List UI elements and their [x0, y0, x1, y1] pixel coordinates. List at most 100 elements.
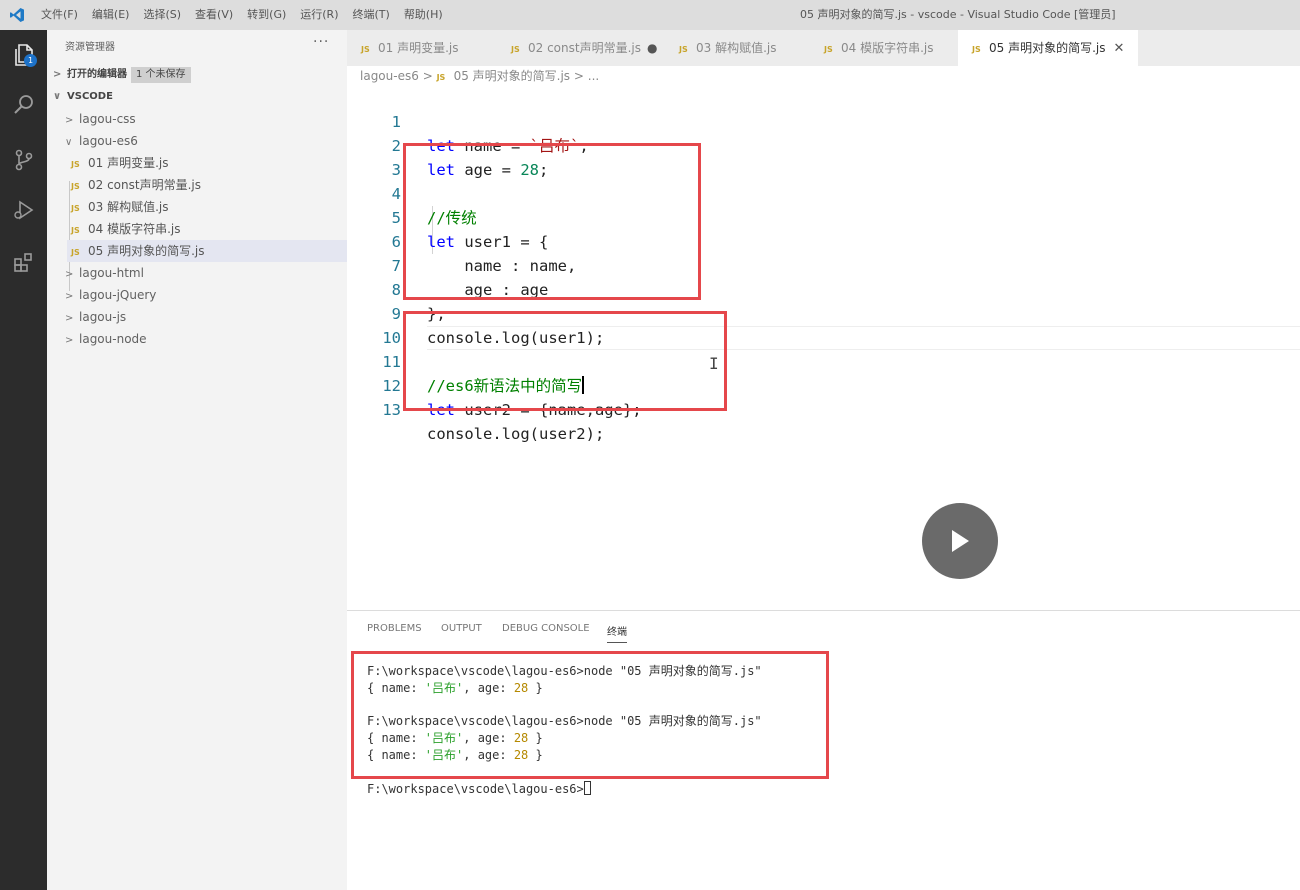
menu-go[interactable]: 转到(G): [240, 0, 293, 30]
title-bar: 文件(F) 编辑(E) 选择(S) 查看(V) 转到(G) 运行(R) 终端(T…: [0, 0, 1300, 30]
js-file-icon: JS: [824, 45, 833, 54]
file-03[interactable]: JS 03 解构赋值.js: [67, 196, 347, 218]
js-file-icon: JS: [511, 45, 520, 54]
tab-label: 02 const声明常量.js: [528, 41, 641, 55]
window-title: 05 声明对象的简写.js - vscode - Visual Studio C…: [800, 8, 1116, 21]
highlight-box-output: [351, 651, 829, 779]
unsaved-dot-icon[interactable]: ●: [647, 41, 657, 55]
js-file-icon: JS: [972, 45, 981, 54]
breadcrumb-tail[interactable]: > ...: [574, 69, 599, 83]
file-label: 05 声明对象的简写.js: [88, 244, 205, 258]
open-editors-section[interactable]: > 打开的编辑器 1 个未保存: [53, 64, 191, 86]
chevron-right-icon: >: [65, 313, 74, 324]
menu-selection[interactable]: 选择(S): [136, 0, 188, 30]
line-number: 13: [382, 401, 401, 419]
folder-lagou-es6[interactable]: ∨ lagou-es6: [65, 130, 138, 152]
code-editor[interactable]: 1 let name = `吕布`; 2 let age = 28; 3 4 /…: [347, 86, 1300, 610]
tab-terminal[interactable]: 终端: [607, 623, 627, 643]
search-icon[interactable]: [0, 80, 47, 130]
tab-problems[interactable]: PROBLEMS: [367, 623, 422, 634]
run-debug-icon[interactable]: [0, 185, 47, 235]
file-05-selected[interactable]: JS 05 声明对象的简写.js: [67, 240, 347, 262]
file-label: 01 声明变量.js: [88, 156, 169, 170]
tab-03[interactable]: JS 03 解构赋值.js: [665, 30, 810, 66]
editor-tabs: JS 01 声明变量.js JS 02 const声明常量.js ● JS 03 解构赋…: [347, 30, 1300, 66]
unsaved-badge: 1 个未保存: [131, 67, 191, 83]
play-button[interactable]: [922, 503, 998, 579]
menu-edit[interactable]: 编辑(E): [85, 0, 137, 30]
workspace-section[interactable]: ∨ VSCODE: [53, 86, 113, 108]
js-file-icon: JS: [71, 226, 80, 235]
sidebar-title: 资源管理器: [65, 42, 115, 53]
chevron-right-icon: >: [65, 335, 74, 346]
tab-label: 05 声明对象的简写.js: [989, 41, 1106, 55]
chevron-right-icon: >: [65, 269, 74, 280]
extensions-icon[interactable]: [0, 237, 47, 287]
js-file-icon: JS: [436, 73, 446, 82]
tab-05-active[interactable]: JS 05 声明对象的简写.js ✕: [958, 30, 1138, 66]
code-line: 1 let name = `吕布`;: [347, 86, 1300, 155]
breadcrumb-folder[interactable]: lagou-es6: [360, 69, 419, 83]
chevron-right-icon: >: [65, 115, 74, 126]
menu-view[interactable]: 查看(V): [188, 0, 240, 30]
folder-label: lagou-js: [79, 310, 127, 324]
folder-label: lagou-css: [79, 112, 136, 126]
tab-02[interactable]: JS 02 const声明常量.js ●: [497, 30, 665, 66]
folder-lagou-html[interactable]: > lagou-html: [65, 262, 144, 284]
play-icon: [952, 530, 969, 552]
tab-label: 04 模版字符串.js: [841, 41, 934, 55]
folder-lagou-js[interactable]: > lagou-js: [65, 306, 126, 328]
file-02[interactable]: JS 02 const声明常量.js: [67, 174, 347, 196]
more-actions-icon[interactable]: ···: [313, 34, 329, 50]
breadcrumb-file[interactable]: 05 声明对象的简写.js: [454, 69, 571, 83]
menu-help[interactable]: 帮助(H): [397, 0, 450, 30]
js-file-icon: JS: [71, 204, 80, 213]
bottom-panel: PROBLEMS OUTPUT DEBUG CONSOLE 终端 F:\work…: [347, 610, 1300, 890]
activity-bar: 1: [0, 30, 47, 890]
code-line: 2 let age = 28;: [347, 110, 1300, 179]
terminal-prompt[interactable]: F:\workspace\vscode\lagou-es6>: [367, 781, 591, 798]
open-editors-label: 打开的编辑器: [67, 69, 127, 80]
file-label: 04 模版字符串.js: [88, 222, 181, 236]
vscode-logo-icon: [0, 0, 34, 30]
explorer-badge: 1: [24, 54, 37, 67]
menu-file[interactable]: 文件(F): [34, 0, 85, 30]
tab-label: 01 声明变量.js: [378, 41, 459, 55]
explorer-sidebar: 资源管理器 ··· > 打开的编辑器 1 个未保存 ∨ VSCODE > lagou-c…: [47, 30, 347, 890]
breadcrumb-separator: >: [422, 69, 433, 83]
code-text: console.log(user2);: [427, 425, 605, 443]
tab-04[interactable]: JS 04 模版字符串.js: [810, 30, 958, 66]
close-icon[interactable]: ✕: [1114, 41, 1125, 56]
folder-label: lagou-es6: [79, 134, 138, 148]
tab-01[interactable]: JS 01 声明变量.js: [347, 30, 497, 66]
chevron-down-icon: ∨: [53, 91, 62, 102]
chevron-down-icon: ∨: [65, 137, 73, 148]
folder-label: lagou-html: [79, 266, 144, 280]
js-file-icon: JS: [71, 248, 80, 257]
highlight-box-traditional: [403, 143, 701, 300]
folder-lagou-css[interactable]: > lagou-css: [65, 108, 136, 130]
file-01[interactable]: JS 01 声明变量.js: [67, 152, 347, 174]
menu-terminal[interactable]: 终端(T): [346, 0, 397, 30]
file-label: 03 解构赋值.js: [88, 200, 169, 214]
file-04[interactable]: JS 04 模版字符串.js: [67, 218, 347, 240]
folder-lagou-jquery[interactable]: > lagou-jQuery: [65, 284, 156, 306]
folder-label: lagou-node: [79, 332, 147, 346]
menu-bar: 文件(F) 编辑(E) 选择(S) 查看(V) 转到(G) 运行(R) 终端(T…: [34, 0, 450, 30]
js-file-icon: JS: [71, 182, 80, 191]
tab-output[interactable]: OUTPUT: [441, 623, 482, 634]
explorer-icon[interactable]: 1: [0, 30, 47, 80]
workspace-label: VSCODE: [67, 91, 113, 102]
folder-label: lagou-jQuery: [79, 288, 157, 302]
folder-lagou-node[interactable]: > lagou-node: [65, 328, 147, 350]
js-file-icon: JS: [71, 160, 80, 169]
js-file-icon: JS: [679, 45, 688, 54]
tab-debug-console[interactable]: DEBUG CONSOLE: [502, 623, 590, 634]
source-control-icon[interactable]: [0, 135, 47, 185]
js-file-icon: JS: [361, 45, 370, 54]
highlight-box-es6: [403, 311, 727, 411]
chevron-right-icon: >: [65, 291, 74, 302]
breadcrumb: lagou-es6 > JS 05 声明对象的简写.js > ...: [360, 66, 599, 86]
file-label: 02 const声明常量.js: [88, 178, 201, 192]
menu-run[interactable]: 运行(R): [293, 0, 345, 30]
